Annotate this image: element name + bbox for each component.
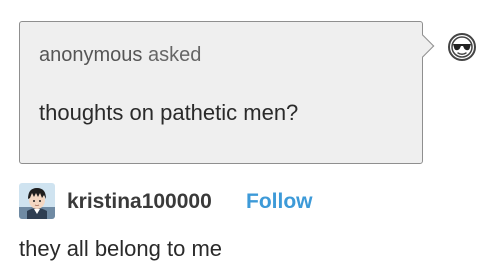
anonymous-sunglasses-icon[interactable] bbox=[448, 33, 476, 61]
bubble-pointer bbox=[411, 34, 435, 58]
question-text: thoughts on pathetic men? bbox=[39, 100, 299, 125]
asked-label: asked bbox=[147, 44, 202, 66]
avatar[interactable] bbox=[19, 183, 55, 219]
ask-bubble: anonymous asked thoughts on pathetic men… bbox=[19, 21, 435, 164]
username[interactable]: kristina100000 bbox=[67, 190, 212, 214]
asker-line: anonymous asked bbox=[39, 44, 201, 67]
asker-name: anonymous bbox=[39, 44, 143, 66]
tumblr-ask-post: anonymous asked thoughts on pathetic men… bbox=[0, 0, 500, 278]
answer-text: they all belong to me bbox=[19, 236, 223, 261]
follow-button[interactable]: Follow bbox=[246, 190, 313, 214]
